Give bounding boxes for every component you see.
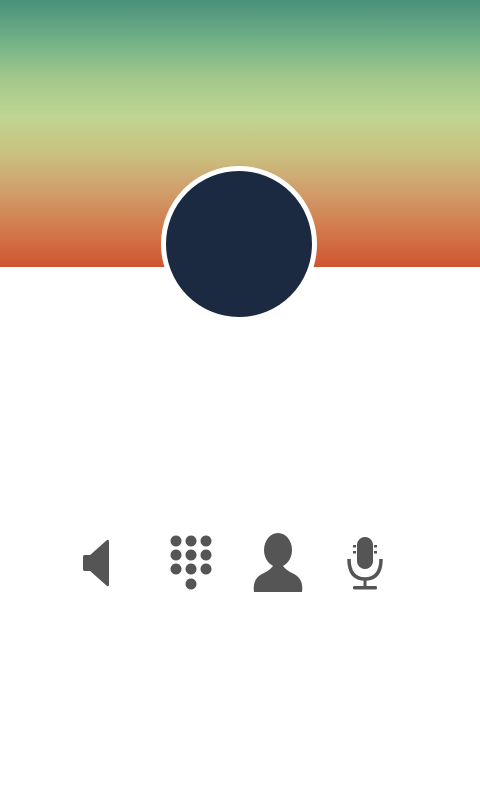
speaker-icon bbox=[83, 539, 109, 587]
person-icon bbox=[253, 533, 303, 592]
microphone-icon bbox=[347, 537, 383, 590]
speaker-button[interactable] bbox=[66, 530, 120, 596]
add-contact-button[interactable] bbox=[246, 530, 310, 596]
dialpad-icon bbox=[170, 535, 212, 590]
call-controls-bar bbox=[0, 530, 480, 596]
mute-button[interactable] bbox=[338, 530, 392, 596]
call-screen bbox=[0, 0, 480, 800]
contact-avatar bbox=[161, 166, 317, 322]
keypad-button[interactable] bbox=[160, 530, 222, 596]
